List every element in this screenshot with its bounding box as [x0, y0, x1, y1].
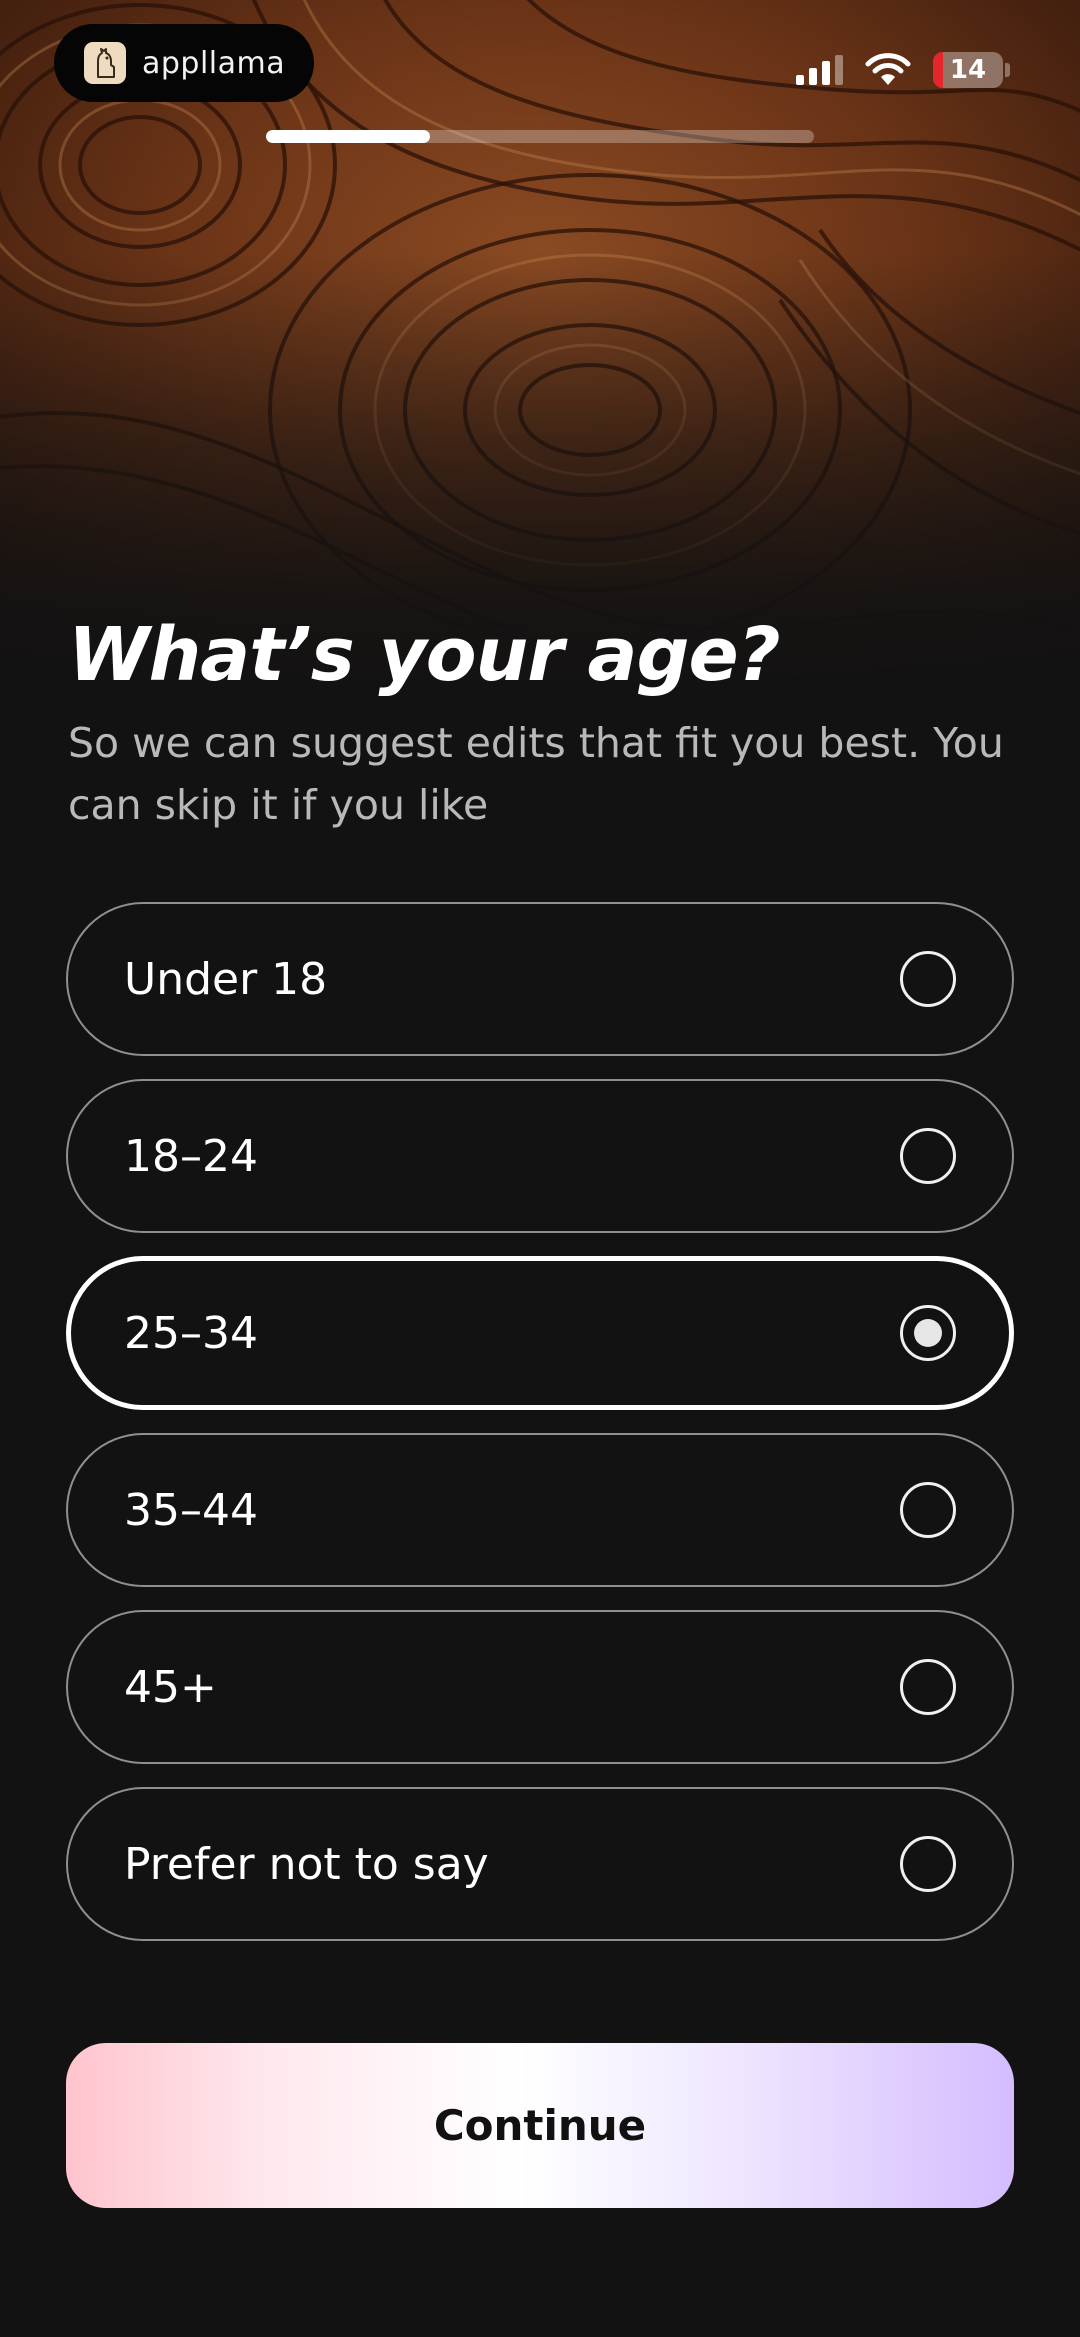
radio-icon[interactable] [900, 1305, 956, 1361]
age-option-25-34[interactable]: 25–34 [66, 1256, 1014, 1410]
age-options: Under 18 18–24 25–34 35–44 45+ Prefer no… [66, 902, 1014, 1964]
radio-icon[interactable] [900, 1482, 956, 1538]
continue-button[interactable]: Continue [66, 2043, 1014, 2208]
status-icons: 14 [796, 48, 1010, 92]
option-label: 18–24 [124, 1130, 258, 1182]
option-label: Prefer not to say [124, 1838, 489, 1890]
age-option-18-24[interactable]: 18–24 [66, 1079, 1014, 1233]
brand-name: appllama [142, 45, 286, 81]
battery-level-label: 14 [949, 55, 987, 85]
age-option-under-18[interactable]: Under 18 [66, 902, 1014, 1056]
llama-logo-icon [84, 42, 126, 84]
brand-pill[interactable]: appllama [54, 24, 314, 102]
option-label: Under 18 [124, 953, 328, 1005]
continue-button-label: Continue [433, 2101, 647, 2150]
battery-cap [1005, 63, 1010, 77]
age-option-prefer-not-to-say[interactable]: Prefer not to say [66, 1787, 1014, 1941]
onboarding-progress-bar [266, 130, 814, 143]
option-label: 45+ [124, 1661, 217, 1713]
radio-icon[interactable] [900, 951, 956, 1007]
cellular-signal-icon [796, 55, 843, 85]
progress-fill [266, 130, 431, 143]
option-label: 25–34 [124, 1307, 258, 1359]
page-subtitle: So we can suggest edits that fit you bes… [68, 719, 1004, 829]
radio-icon[interactable] [900, 1659, 956, 1715]
radio-selected-dot [914, 1319, 942, 1347]
battery-fill [933, 52, 943, 88]
age-option-45-plus[interactable]: 45+ [66, 1610, 1014, 1764]
age-option-35-44[interactable]: 35–44 [66, 1433, 1014, 1587]
page-title: What’s your age? [68, 612, 781, 698]
option-label: 35–44 [124, 1484, 258, 1536]
radio-icon[interactable] [900, 1128, 956, 1184]
battery-icon: 14 [933, 52, 1003, 88]
radio-icon[interactable] [900, 1836, 956, 1892]
wifi-icon [865, 53, 911, 85]
